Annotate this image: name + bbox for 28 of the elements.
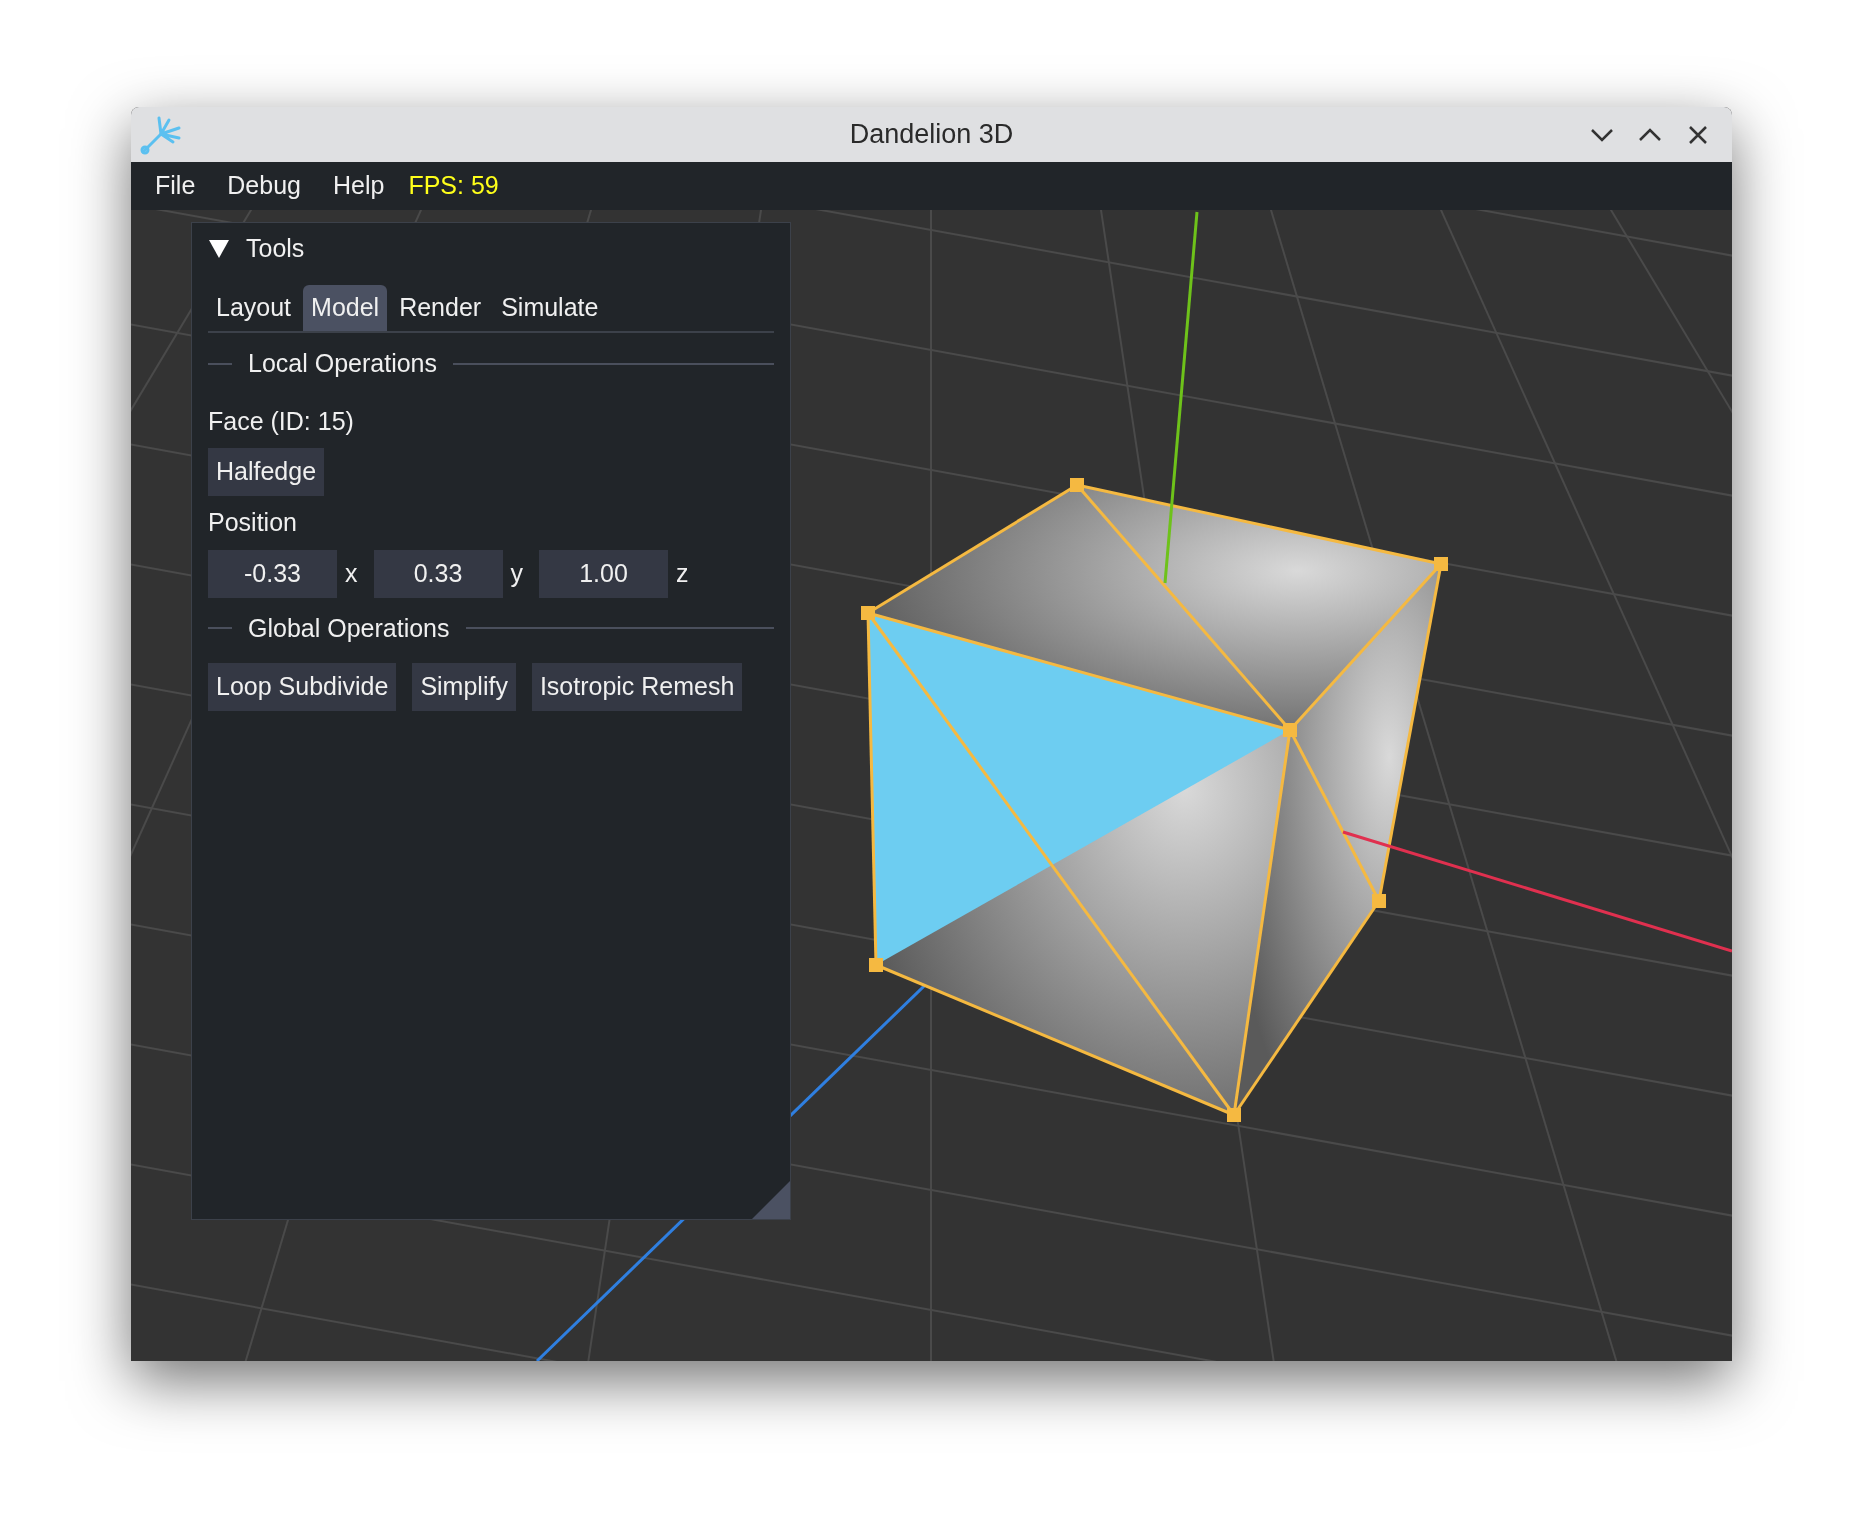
selection-label: Face (ID: 15)	[208, 405, 355, 437]
panel-header[interactable]: Tools	[208, 227, 305, 271]
window-title: Dandelion 3D	[849, 118, 1014, 152]
operation-button[interactable]: Simplify	[412, 663, 516, 711]
chevron-up-icon	[1639, 127, 1661, 142]
close-icon	[1688, 124, 1708, 145]
menu-item[interactable]: Debug	[227, 167, 301, 205]
coordinate-field[interactable]: 1.00	[539, 549, 668, 598]
axis-label: z	[676, 557, 689, 589]
tab[interactable]: Model	[303, 285, 388, 331]
chevron-down-icon	[1591, 127, 1613, 142]
fps-counter: FPS: 59	[408, 170, 499, 202]
axis-label: x	[345, 557, 358, 589]
tab[interactable]: Layout	[208, 285, 300, 331]
tab[interactable]: Simulate	[493, 285, 607, 331]
tab[interactable]: Render	[391, 285, 490, 331]
section-heading: Global Operations	[248, 612, 450, 644]
coordinate-field[interactable]: 0.33	[373, 549, 503, 598]
menu-item[interactable]: File	[155, 167, 196, 205]
section-heading: Local Operations	[248, 348, 437, 379]
resize-grip-icon[interactable]	[752, 1181, 790, 1219]
coordinate-field[interactable]: -0.33	[208, 549, 337, 598]
menu-item[interactable]: Help	[332, 167, 385, 205]
halfedge-button[interactable]: Halfedge	[208, 448, 325, 496]
operation-button[interactable]: Isotropic Remesh	[531, 663, 743, 711]
position-label: Position	[208, 507, 298, 538]
axis-label: y	[510, 557, 523, 589]
operation-button[interactable]: Loop Subdivide	[208, 663, 397, 711]
